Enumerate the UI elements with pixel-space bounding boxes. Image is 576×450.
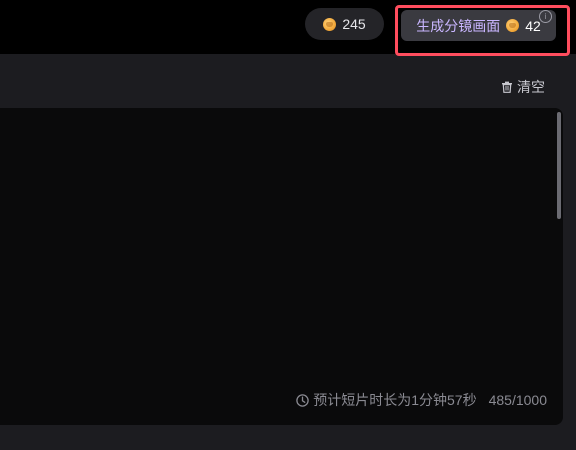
coin-icon [506,19,520,32]
clear-label: 清空 [517,79,545,95]
generate-storyboard-button[interactable]: 生成分镜画面 42 [401,10,556,41]
trash-icon [502,81,512,93]
duration-estimate: 预计短片时长为1分钟57秒 [313,392,477,408]
clock-icon [296,393,309,407]
clear-button[interactable]: 清空 [501,77,545,97]
script-editor[interactable] [0,108,563,425]
character-count: 485/1000 [488,392,547,408]
credits-balance[interactable]: 245 [305,8,384,40]
generate-cost: 42 [525,17,541,34]
coin-icon [323,17,337,31]
editor-scrollbar[interactable] [557,112,561,219]
editor-footer: 预计短片时长为1分钟57秒 485/1000 [296,390,547,410]
info-icon[interactable]: i [539,10,552,23]
credits-value: 245 [342,16,366,32]
generate-button-label: 生成分镜画面 [416,17,501,34]
